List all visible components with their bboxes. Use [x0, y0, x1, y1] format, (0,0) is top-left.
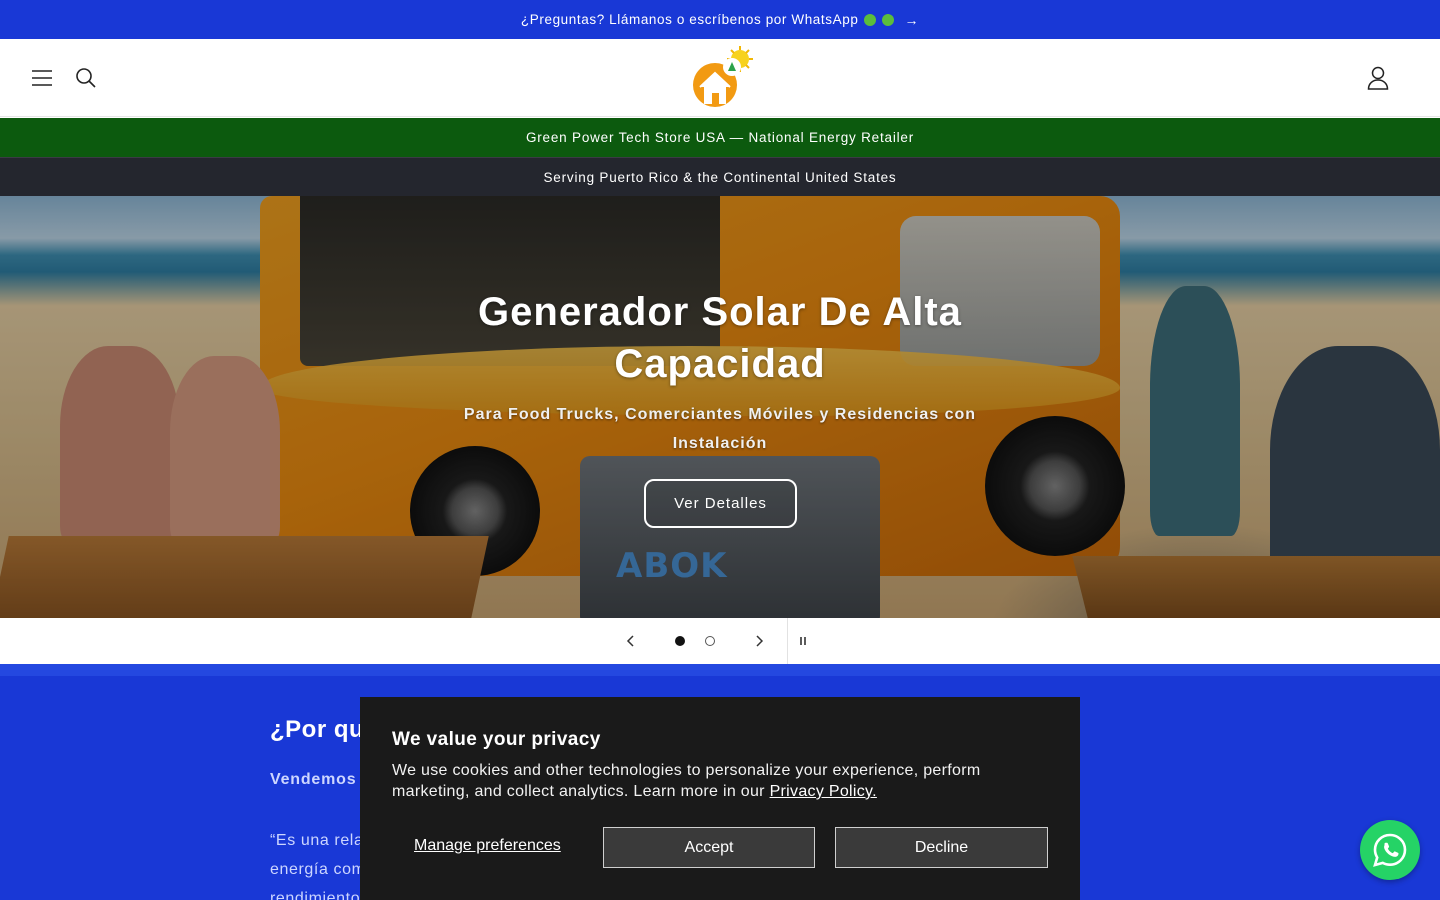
announcement-bar[interactable]: ¿Preguntas? Llámanos o escríbenos por Wh… [0, 0, 1440, 39]
pause-icon[interactable] [788, 618, 818, 664]
inactive-dot-icon [705, 636, 715, 646]
cookie-body: We use cookies and other technologies to… [392, 760, 1032, 802]
green-dot-icon [882, 13, 895, 26]
hero-content: Generador Solar De Alta Capacidad Para F… [0, 196, 1440, 618]
retailer-banner: Green Power Tech Store USA — National En… [0, 118, 1440, 157]
user-account-icon[interactable] [1363, 63, 1393, 93]
arrow-right-icon: → [904, 11, 920, 28]
retailer-text: Green Power Tech Store USA — National En… [525, 130, 915, 145]
whatsapp-button[interactable] [1360, 820, 1420, 880]
section-stripe [0, 664, 1440, 676]
manage-preferences-link[interactable]: Manage preferences [414, 837, 561, 855]
hero-subtitle: Para Food Trucks, Comerciantes Móviles y… [463, 406, 977, 452]
slide-dot-1[interactable] [668, 618, 692, 664]
slideshow-controls [0, 618, 1440, 664]
active-dot-icon [675, 636, 685, 646]
chevron-left-icon[interactable] [616, 618, 646, 664]
section-title: ¿Por qu [270, 716, 365, 743]
whatsapp-icon [1373, 833, 1407, 867]
accept-button[interactable]: Accept [603, 827, 815, 868]
cookie-title: We value your privacy [392, 729, 601, 750]
privacy-policy-link[interactable]: Privacy Policy. [770, 783, 877, 800]
slide-dot-2[interactable] [698, 618, 722, 664]
solar-house-logo[interactable] [688, 45, 754, 111]
service-area-banner: Serving Puerto Rico & the Continental Un… [0, 157, 1440, 196]
chevron-right-icon[interactable] [744, 618, 774, 664]
decline-button[interactable]: Decline [835, 827, 1048, 868]
cookie-consent-banner: We value your privacy We use cookies and… [360, 697, 1080, 900]
view-details-button[interactable]: Ver Detalles [644, 479, 797, 528]
section-bold-line: Vendemos [270, 771, 357, 788]
hamburger-menu-icon[interactable] [27, 63, 57, 93]
service-area-text: Serving Puerto Rico & the Continental Un… [543, 169, 897, 185]
green-dot-icon [864, 13, 877, 26]
hero-title: Generador Solar De Alta Capacidad [478, 290, 962, 386]
cookie-body-text: We use cookies and other technologies to… [392, 762, 981, 800]
site-header [0, 39, 1440, 117]
search-icon[interactable] [71, 63, 101, 93]
announcement-text: ¿Preguntas? Llámanos o escríbenos por Wh… [520, 12, 859, 27]
